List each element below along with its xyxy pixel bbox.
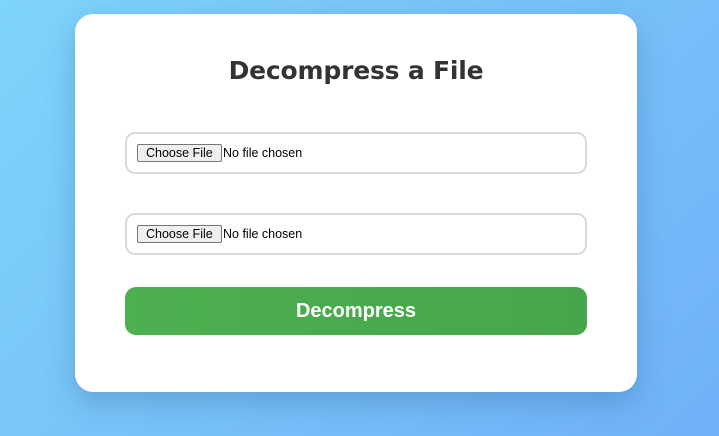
page-title: Decompress a File xyxy=(228,56,484,85)
file-input-1[interactable]: Choose File No file chosen xyxy=(125,132,587,174)
file-status-1: No file chosen xyxy=(223,146,303,160)
decompress-card: Decompress a File Choose File No file ch… xyxy=(75,14,637,392)
file-input-2[interactable]: Choose File No file chosen xyxy=(125,213,587,255)
choose-file-button-1[interactable]: Choose File xyxy=(137,144,222,162)
decompress-button[interactable]: Decompress xyxy=(125,287,587,335)
choose-file-button-2[interactable]: Choose File xyxy=(137,225,222,243)
file-status-2: No file chosen xyxy=(223,227,303,241)
